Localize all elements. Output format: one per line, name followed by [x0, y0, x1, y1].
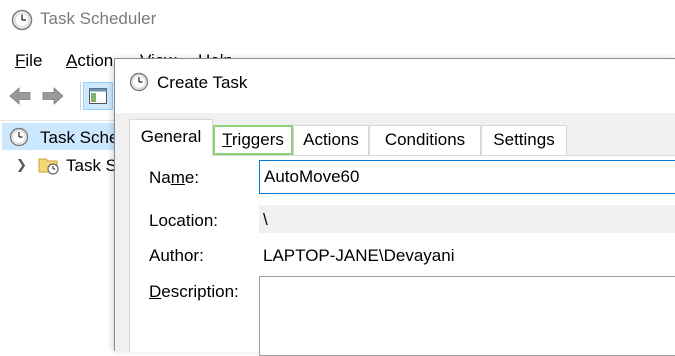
console-tree: Task Scheduler (Local) ❯ Task Scheduler … [0, 120, 239, 351]
general-tab-page: Name: Location: \ Author: LAPTOP-JANE\De… [129, 155, 675, 356]
chevron-right-icon[interactable]: ❯ [16, 157, 27, 173]
tab-strip: General Triggers Actions Conditions Sett… [127, 119, 675, 156]
tree-item-task-scheduler-library[interactable]: ❯ Task Scheduler Library [2, 151, 239, 178]
back-arrow-icon[interactable] [8, 85, 32, 107]
console-tree-icon [89, 88, 107, 104]
forward-arrow-icon[interactable] [41, 85, 65, 107]
location-label: Location: [149, 211, 218, 230]
clock-icon [9, 127, 29, 147]
tab-general[interactable]: General [129, 119, 213, 156]
task-name-input[interactable] [259, 160, 675, 194]
clock-icon [129, 72, 149, 92]
tab-actions[interactable]: Actions [293, 125, 369, 155]
app-title: Task Scheduler [40, 9, 157, 28]
location-value: \ [263, 210, 268, 229]
show-hide-console-tree-button[interactable] [83, 82, 113, 110]
create-task-dialog: Create Task General Triggers Actions Con… [114, 58, 675, 356]
tree-item-task-scheduler-local[interactable]: Task Scheduler (Local) [2, 123, 213, 150]
author-label: Author: [149, 246, 204, 265]
description-textarea[interactable] [259, 276, 675, 356]
author-value: LAPTOP-JANE\Devayani [263, 246, 455, 265]
tab-triggers[interactable]: Triggers [213, 125, 293, 155]
description-label: Description: [149, 282, 239, 301]
location-field: \ [259, 205, 675, 233]
dialog-body: General Triggers Actions Conditions Sett… [115, 113, 675, 356]
name-label: Name: [149, 168, 200, 187]
folder-clock-icon [38, 158, 59, 175]
clock-icon [11, 9, 33, 31]
dialog-title: Create Task [157, 73, 248, 92]
app-title-bar: Task Scheduler [0, 0, 675, 40]
menu-action[interactable]: Action [66, 51, 113, 71]
tab-settings[interactable]: Settings [481, 125, 567, 155]
menu-file[interactable]: File [15, 51, 42, 71]
tab-conditions[interactable]: Conditions [369, 125, 481, 155]
toolbar-separator [80, 82, 81, 110]
